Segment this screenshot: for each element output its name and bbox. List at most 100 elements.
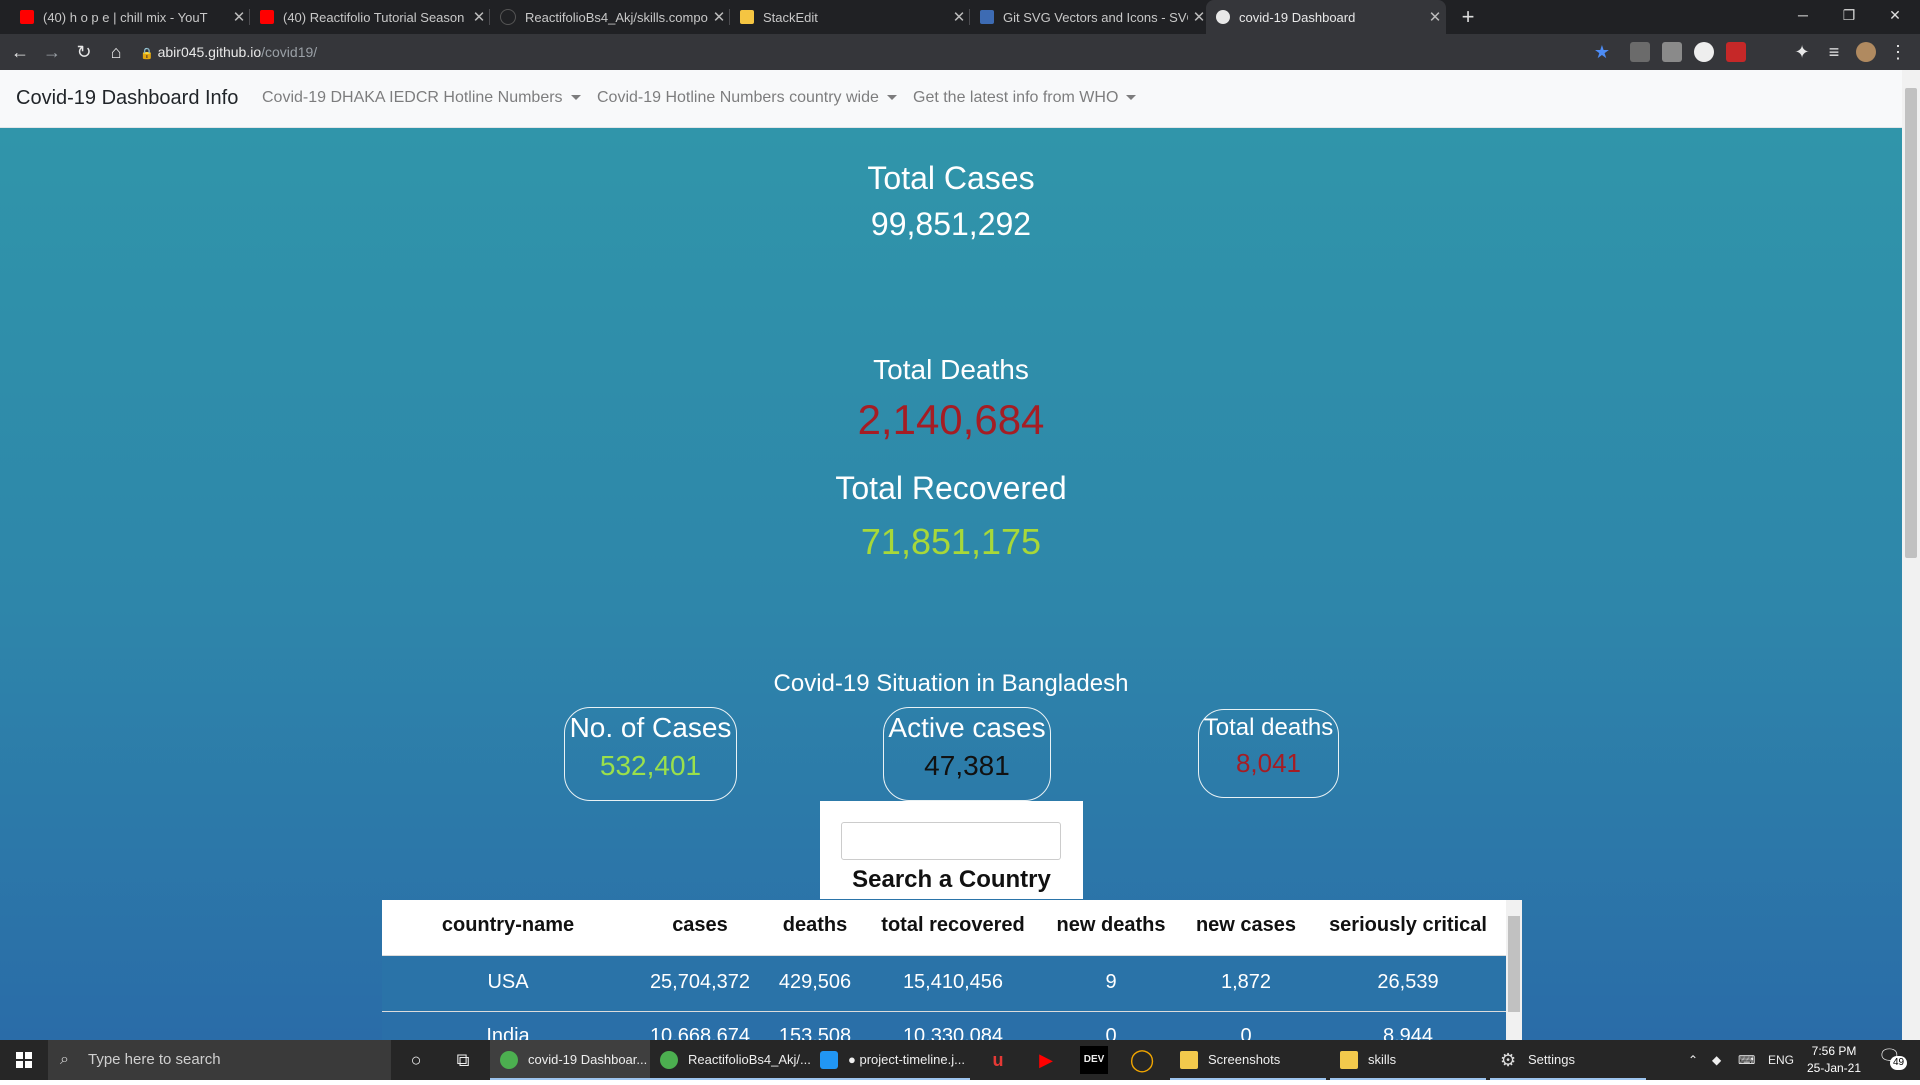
stackedit-icon: [740, 10, 754, 24]
address-bar[interactable]: 🔒 abir045.github.io/covid19/: [140, 38, 1600, 66]
media-control-icon[interactable]: ≡: [1822, 40, 1846, 64]
back-arrow-icon[interactable]: ←: [8, 40, 32, 64]
dropdown-who-info[interactable]: Get the latest info from WHO: [913, 89, 1137, 107]
column-header[interactable]: new deaths: [1046, 914, 1176, 937]
new-tab-button[interactable]: +: [1455, 4, 1481, 30]
keyboard-icon[interactable]: ⌨: [1738, 1050, 1755, 1070]
taskbar-app-chrome[interactable]: covid-19 Dashboar...: [490, 1040, 650, 1080]
browser-tab[interactable]: ReactifolioBs4_Akj/skills.compone ✕: [490, 0, 730, 34]
caret-down-icon: [570, 95, 581, 101]
chrome-icon: [500, 1051, 518, 1069]
taskbar-app-settings[interactable]: ⚙ Settings: [1490, 1040, 1646, 1080]
tray-chevron-icon[interactable]: ⌃: [1688, 1050, 1698, 1070]
chrome-icon: [660, 1051, 678, 1069]
search-label: Search a Country: [852, 866, 1051, 893]
youtube-icon[interactable]: ▶: [1032, 1046, 1060, 1074]
column-header[interactable]: new cases: [1184, 914, 1308, 937]
search-icon: ⌕: [60, 1051, 69, 1068]
folder-icon: [1180, 1051, 1198, 1069]
profile-avatar[interactable]: [1856, 42, 1876, 62]
bd-active-card: Active cases 47,381: [883, 707, 1051, 801]
youtube-icon: [260, 10, 274, 24]
column-header[interactable]: deaths: [765, 914, 865, 937]
bd-cases-label: No. of Cases: [569, 712, 732, 743]
task-view-icon[interactable]: ⧉: [449, 1046, 477, 1074]
app-icon[interactable]: u: [984, 1046, 1012, 1074]
bd-active-label: Active cases: [888, 712, 1046, 743]
column-header[interactable]: total recovered: [873, 914, 1033, 937]
reload-icon[interactable]: ↻: [72, 40, 96, 64]
dropbox-icon[interactable]: ◆: [1712, 1050, 1721, 1070]
vscode-icon: [820, 1051, 838, 1069]
windows-start-button[interactable]: [0, 1040, 48, 1080]
minimize-button[interactable]: ─: [1780, 0, 1826, 30]
extensions-puzzle-icon[interactable]: ✦: [1790, 40, 1814, 64]
bookmark-star-icon[interactable]: ★: [1590, 40, 1614, 64]
taskbar-app-chrome[interactable]: ReactifolioBs4_Akj/...: [650, 1040, 810, 1080]
folder-icon: [1340, 1051, 1358, 1069]
dropdown-country-hotline[interactable]: Covid-19 Hotline Numbers country wide: [597, 89, 897, 107]
browser-tab[interactable]: (40) Reactifolio Tutorial Season 1 ✕: [250, 0, 490, 34]
youtube-icon: [20, 10, 34, 24]
notification-center-icon[interactable]: 🗨 49: [1878, 1046, 1908, 1074]
menu-kebab-icon[interactable]: ⋮: [1886, 40, 1910, 64]
total-cases-value: 99,851,292: [870, 206, 1032, 242]
taskbar-search-box[interactable]: ⌕ Type here to search: [48, 1040, 391, 1080]
bd-deaths-value: 8,041: [1235, 748, 1302, 778]
cell-new-deaths: 9: [1105, 971, 1117, 993]
cell-country: USA: [487, 971, 529, 993]
windows-logo-icon: [16, 1052, 32, 1068]
extension-icon[interactable]: [1726, 42, 1746, 62]
close-tab-icon[interactable]: ✕: [1424, 8, 1446, 26]
column-header[interactable]: country-name: [418, 914, 598, 937]
bd-deaths-card: Total deaths 8,041: [1198, 709, 1339, 798]
table-scrollbar-thumb[interactable]: [1508, 916, 1520, 1012]
cell-deaths: 429,506: [778, 971, 852, 993]
browser-tab[interactable]: (40) h o p e | chill mix - YouT ✕: [10, 0, 250, 34]
bd-cases-value: 532,401: [599, 750, 702, 781]
url-host: abir045.github.io: [157, 44, 262, 60]
taskbar-app-explorer[interactable]: skills: [1330, 1040, 1486, 1080]
browser-tab[interactable]: Git SVG Vectors and Icons - SVG ✕: [970, 0, 1210, 34]
browser-tab-active[interactable]: covid-19 Dashboard ✕: [1206, 0, 1446, 34]
bd-cases-card: No. of Cases 532,401: [564, 707, 737, 801]
total-recovered-label: Total Recovered: [835, 470, 1067, 506]
bangladesh-heading: Covid-19 Situation in Bangladesh: [773, 670, 1129, 697]
bd-active-value: 47,381: [924, 750, 1010, 781]
home-icon[interactable]: ⌂: [104, 40, 128, 64]
total-deaths-value: 2,140,684: [857, 396, 1045, 443]
caret-down-icon: [886, 95, 897, 101]
cell-total-recovered: 15,410,456: [902, 971, 1004, 993]
cortana-icon[interactable]: ○: [402, 1046, 430, 1074]
github-icon: [500, 9, 516, 25]
taskbar-clock[interactable]: 7:56 PM 25-Jan-21: [1798, 1043, 1870, 1077]
ring-app-icon[interactable]: ◯: [1128, 1046, 1156, 1074]
close-tab-icon[interactable]: ✕: [948, 8, 970, 26]
total-cases-label: Total Cases: [867, 160, 1035, 196]
browser-tab[interactable]: StackEdit ✕: [730, 0, 970, 34]
gear-icon: ⚙: [1500, 1050, 1517, 1070]
dropdown-dhaka-hotline[interactable]: Covid-19 DHAKA IEDCR Hotline Numbers: [262, 89, 581, 107]
taskbar-app-explorer[interactable]: Screenshots: [1170, 1040, 1326, 1080]
extension-icon[interactable]: [1662, 42, 1682, 62]
taskbar-app-vscode[interactable]: ● project-timeline.j...: [810, 1040, 970, 1080]
cell-new-cases: 1,872: [1220, 971, 1272, 993]
extension-icon[interactable]: [1694, 42, 1714, 62]
column-header[interactable]: cases: [640, 914, 760, 937]
dev-icon[interactable]: DEV: [1080, 1046, 1108, 1074]
lock-icon: 🔒: [140, 48, 154, 60]
close-tab-icon[interactable]: ✕: [468, 8, 490, 26]
close-tab-icon[interactable]: ✕: [228, 8, 250, 26]
column-header[interactable]: seriously critical: [1320, 914, 1496, 937]
close-window-button[interactable]: ✕: [1872, 0, 1918, 30]
restore-button[interactable]: ❐: [1826, 0, 1872, 30]
svgrepo-icon: [980, 10, 994, 24]
close-tab-icon[interactable]: ✕: [708, 8, 730, 26]
country-search-input[interactable]: [841, 822, 1061, 860]
language-indicator[interactable]: ENG: [1768, 1050, 1794, 1070]
navbar-brand[interactable]: Covid-19 Dashboard Info: [16, 87, 238, 110]
bd-deaths-label: Total deaths: [1203, 714, 1334, 741]
forward-arrow-icon[interactable]: →: [40, 40, 64, 64]
extension-icon[interactable]: [1630, 42, 1650, 62]
page-scrollbar-thumb[interactable]: [1905, 88, 1917, 558]
